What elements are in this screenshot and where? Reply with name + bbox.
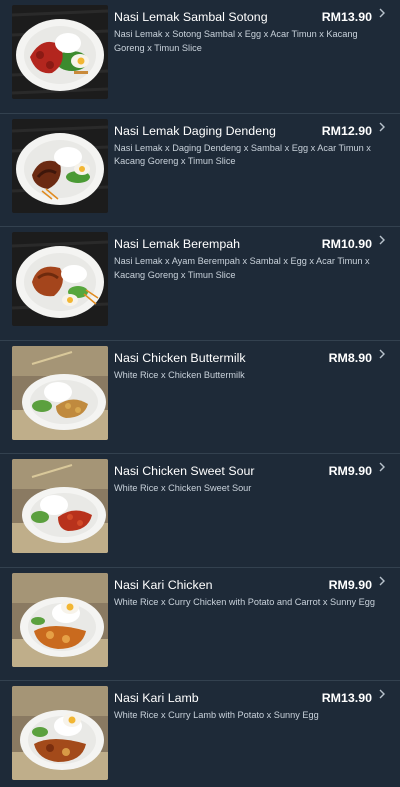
item-info: Nasi Chicken Buttermilk RM8.90 White Ric… <box>114 346 372 383</box>
menu-item[interactable]: Nasi Lemak Daging Dendeng RM12.90 Nasi L… <box>0 114 400 227</box>
menu-item[interactable]: Nasi Kari Chicken RM9.90 White Rice x Cu… <box>0 568 400 681</box>
item-name: Nasi Kari Chicken <box>114 577 213 592</box>
item-info: Nasi Lemak Berempah RM10.90 Nasi Lemak x… <box>114 232 372 282</box>
item-name: Nasi Lemak Berempah <box>114 237 241 251</box>
chevron-right-icon <box>377 347 387 361</box>
item-info: Nasi Lemak Daging Dendeng RM12.90 Nasi L… <box>114 119 372 169</box>
item-info: Nasi Chicken Sweet Sour RM9.90 White Ric… <box>114 459 372 496</box>
menu-list: Nasi Lemak Sambal Sotong RM13.90 Nasi Le… <box>0 0 400 787</box>
menu-item[interactable]: Nasi Kari Lamb RM13.90 White Rice x Curr… <box>0 681 400 787</box>
item-description: White Rice x Curry Lamb with Potato x Su… <box>114 710 319 720</box>
food-thumbnail <box>12 5 108 99</box>
item-header: Nasi Lemak Berempah RM10.90 <box>114 237 372 251</box>
item-description: White Rice x Chicken Sweet Sour <box>114 483 252 493</box>
food-thumbnail <box>12 232 108 326</box>
menu-item[interactable]: Nasi Chicken Buttermilk RM8.90 White Ric… <box>0 341 400 454</box>
item-name: Nasi Kari Lamb <box>114 691 199 705</box>
item-price: RM12.90 <box>321 123 372 138</box>
item-header: Nasi Kari Lamb RM13.90 <box>114 691 372 705</box>
food-thumbnail <box>12 572 108 667</box>
item-header: Nasi Kari Chicken RM9.90 <box>114 578 372 592</box>
chevron-right-icon <box>377 120 387 134</box>
item-price: RM9.90 <box>328 577 372 592</box>
item-price: RM13.90 <box>321 691 372 705</box>
item-name: Nasi Lemak Sambal Sotong <box>114 10 268 24</box>
item-info: Nasi Kari Chicken RM9.90 White Rice x Cu… <box>114 573 375 610</box>
item-price: RM13.90 <box>321 10 372 24</box>
item-description: Nasi Lemak x Ayam Berempah x Sambal x Eg… <box>114 256 370 280</box>
item-header: Nasi Lemak Daging Dendeng RM12.90 <box>114 124 372 138</box>
item-description: White Rice x Chicken Buttermilk <box>114 369 245 380</box>
menu-item[interactable]: Nasi Chicken Sweet Sour RM9.90 White Ric… <box>0 454 400 568</box>
item-name: Nasi Chicken Buttermilk <box>114 350 246 365</box>
item-header: Nasi Chicken Sweet Sour RM9.90 <box>114 464 372 478</box>
food-thumbnail <box>12 118 108 213</box>
item-description: Nasi Lemak x Sotong Sambal x Egg x Acar … <box>114 29 358 53</box>
item-description: White Rice x Curry Chicken with Potato a… <box>114 596 375 607</box>
food-thumbnail <box>12 345 108 440</box>
menu-item[interactable]: Nasi Lemak Sambal Sotong RM13.90 Nasi Le… <box>0 0 400 114</box>
chevron-right-icon <box>377 460 387 474</box>
item-price: RM9.90 <box>328 464 372 478</box>
item-info: Nasi Kari Lamb RM13.90 White Rice x Curr… <box>114 686 372 723</box>
item-description: Nasi Lemak x Daging Dendeng x Sambal x E… <box>114 142 371 167</box>
item-name: Nasi Chicken Sweet Sour <box>114 464 255 478</box>
item-price: RM8.90 <box>328 350 372 365</box>
food-thumbnail <box>12 686 108 780</box>
chevron-right-icon <box>377 233 387 247</box>
food-thumbnail <box>12 459 108 553</box>
chevron-right-icon <box>377 6 387 20</box>
item-header: Nasi Lemak Sambal Sotong RM13.90 <box>114 10 372 24</box>
chevron-right-icon <box>377 574 387 588</box>
item-price: RM10.90 <box>321 237 372 251</box>
item-name: Nasi Lemak Daging Dendeng <box>114 123 276 138</box>
chevron-right-icon <box>377 687 387 701</box>
item-info: Nasi Lemak Sambal Sotong RM13.90 Nasi Le… <box>114 5 372 55</box>
menu-item[interactable]: Nasi Lemak Berempah RM10.90 Nasi Lemak x… <box>0 227 400 341</box>
item-header: Nasi Chicken Buttermilk RM8.90 <box>114 351 372 365</box>
